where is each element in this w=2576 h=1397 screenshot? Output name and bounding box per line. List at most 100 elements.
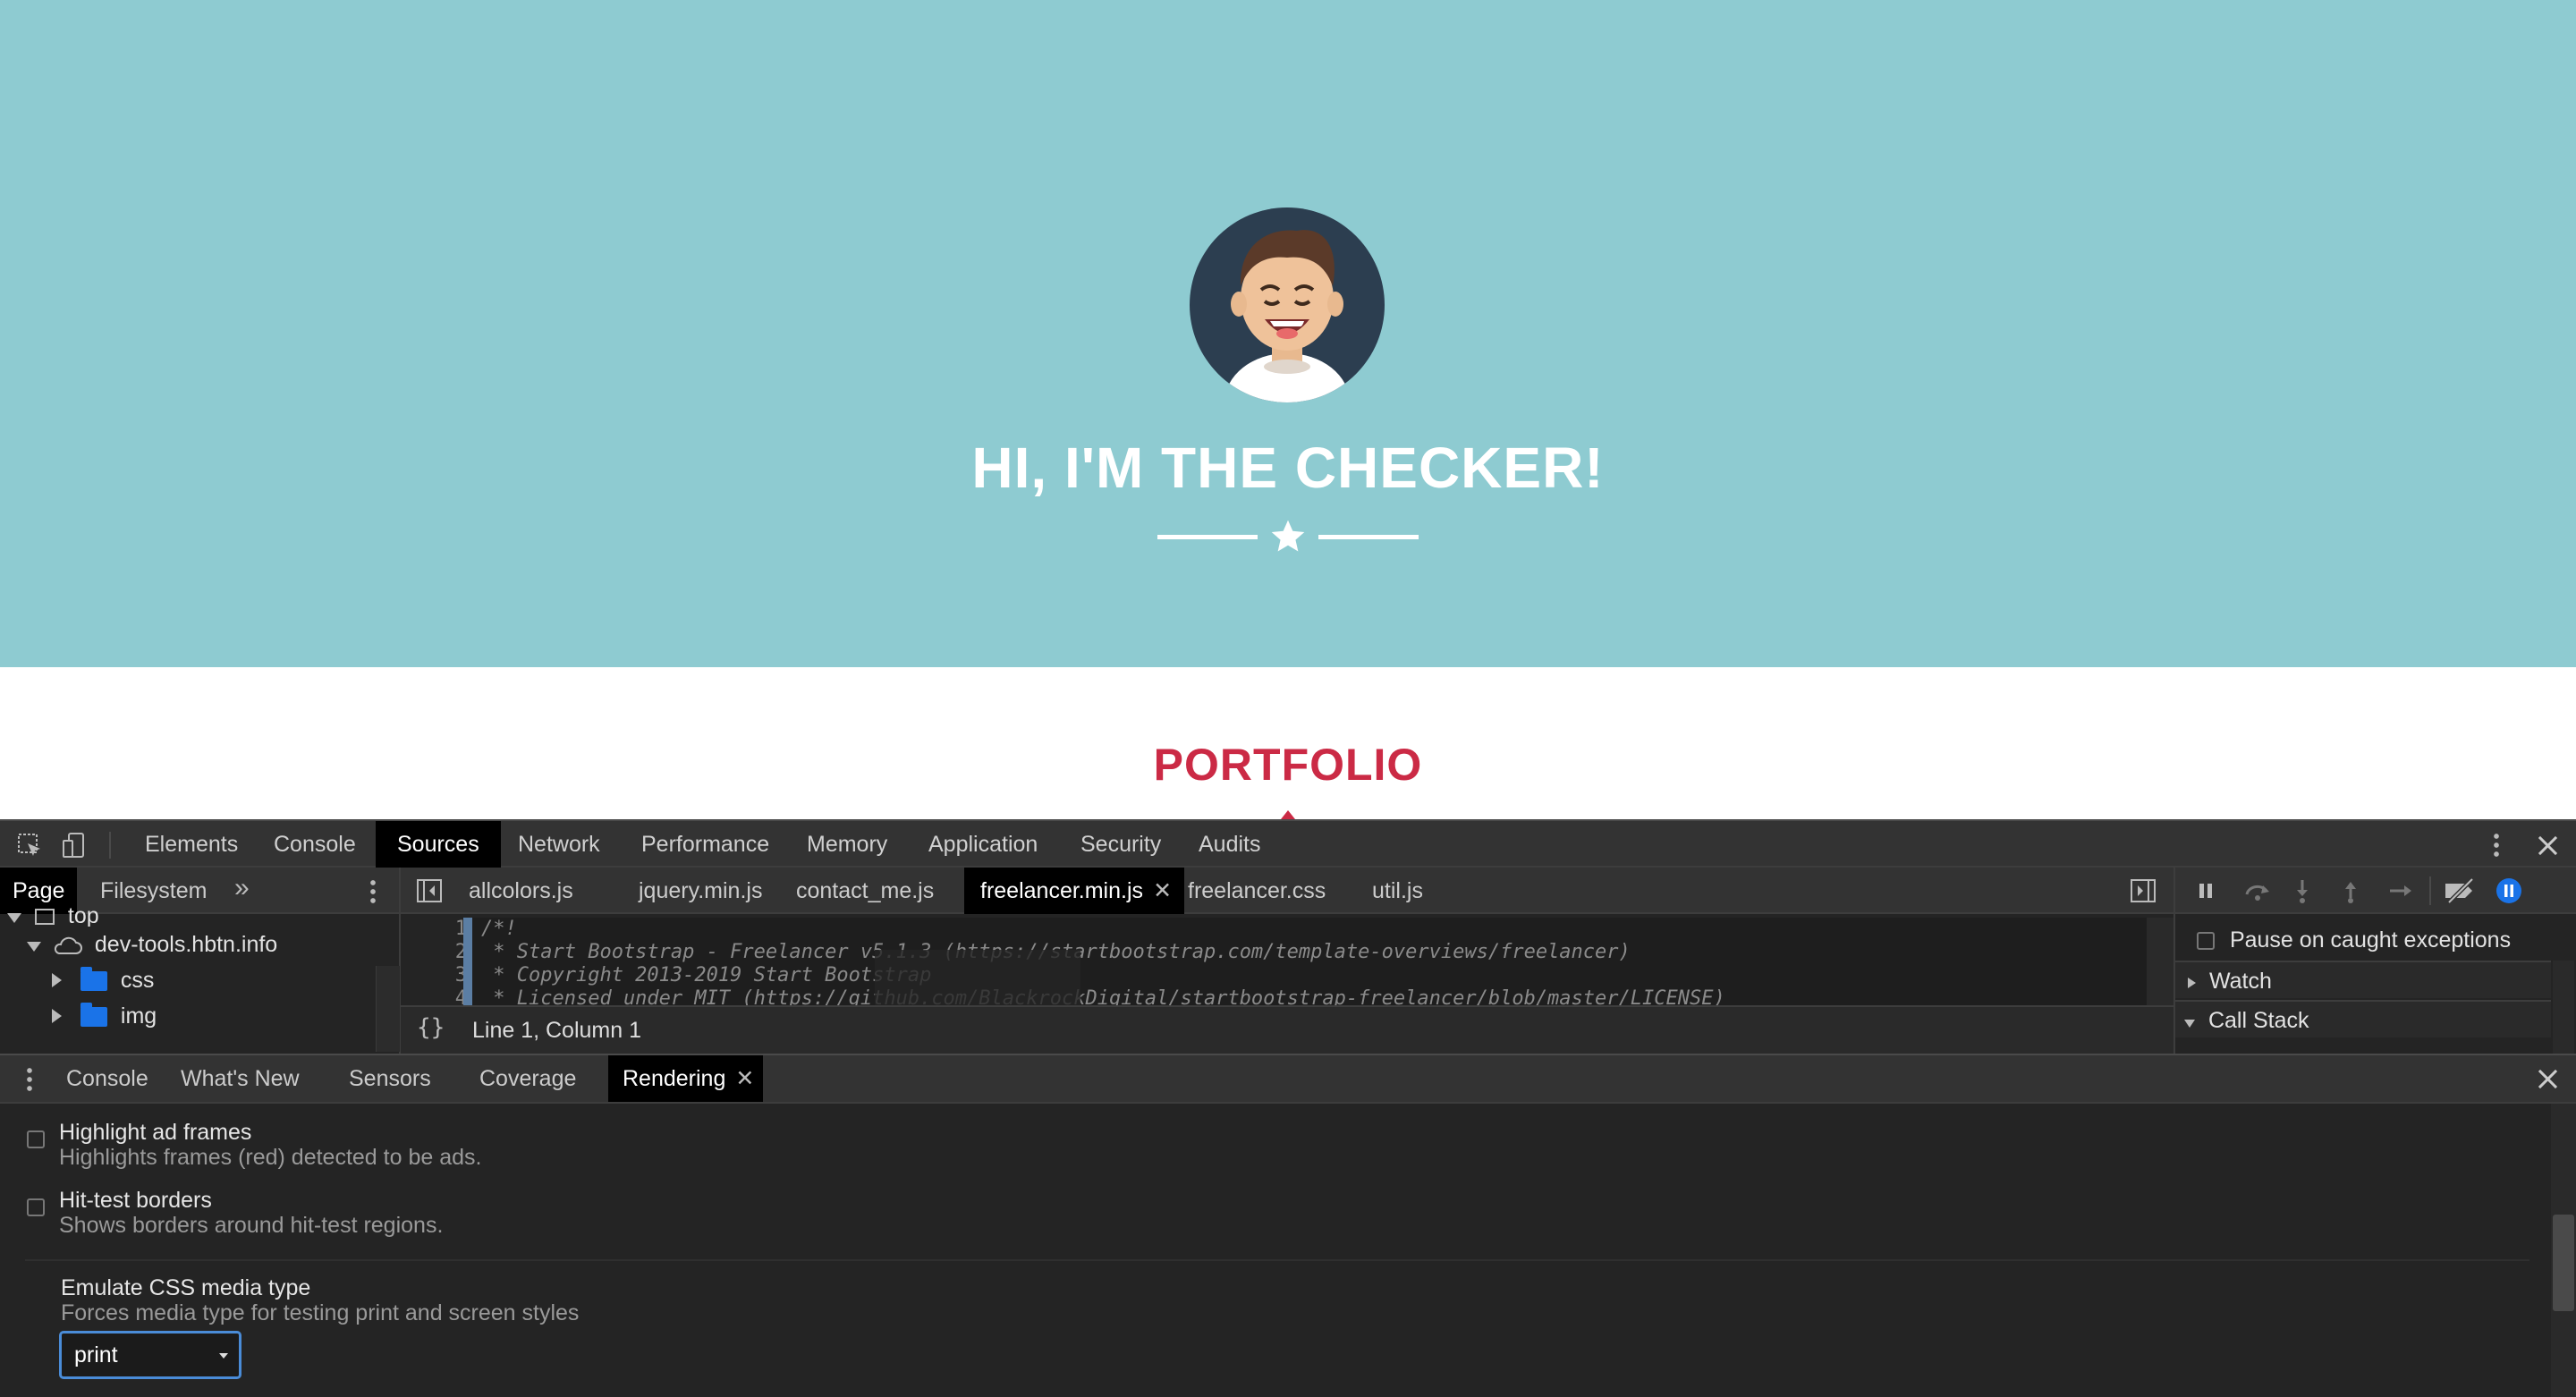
- media-type-select[interactable]: print: [59, 1331, 242, 1379]
- avatar: [1190, 207, 1385, 402]
- tree-label-top: top: [67, 905, 99, 927]
- watch-section-header[interactable]: Watch: [2175, 961, 2551, 998]
- toolbar-divider: [109, 832, 111, 859]
- step-over-icon[interactable]: [2243, 880, 2272, 902]
- code-line: * Licensed under MIT (https://github.com…: [481, 987, 1725, 1005]
- tree-item-css[interactable]: css: [52, 962, 154, 998]
- drawer-tab-rendering[interactable]: Rendering ✕: [608, 1055, 764, 1102]
- folder-icon: [80, 1003, 107, 1028]
- drawer-tab-label: Rendering: [623, 1066, 726, 1091]
- drawer-tab-sensors[interactable]: Sensors: [335, 1055, 445, 1102]
- pause-caught-checkbox[interactable]: [2197, 932, 2215, 951]
- expand-arrow-icon: [2184, 1020, 2195, 1028]
- drawer-scrollbar-thumb[interactable]: [2553, 1215, 2574, 1311]
- collapse-arrow-icon: [2188, 978, 2196, 988]
- devtools-panel: Elements Console Sources Network Perform…: [0, 819, 2576, 1397]
- navigator-tab-filesystem[interactable]: Filesystem: [88, 868, 219, 914]
- step-out-icon[interactable]: [2342, 878, 2360, 903]
- pause-icon[interactable]: [2197, 882, 2215, 900]
- avatar-face-icon: [1224, 230, 1350, 402]
- editor-tab-freelancer-css[interactable]: freelancer.css: [1172, 868, 1342, 914]
- pause-on-exceptions-icon[interactable]: [2496, 877, 2522, 904]
- editor-tab-freelancer-min[interactable]: freelancer.min.js ✕: [964, 868, 1185, 914]
- option-title: Hit-test borders: [59, 1188, 212, 1213]
- devtools-menu-icon[interactable]: [2494, 832, 2499, 859]
- device-toolbar-icon[interactable]: [61, 832, 88, 859]
- tree-label-css: css: [120, 968, 155, 993]
- option-description: Shows borders around hit-test regions.: [59, 1213, 444, 1238]
- hit-test-borders-checkbox[interactable]: [27, 1198, 45, 1216]
- folder-icon: [80, 967, 107, 992]
- pause-caught-label: Pause on caught exceptions: [2229, 927, 2512, 952]
- editor-tab-jquery[interactable]: jquery.min.js: [623, 868, 778, 914]
- toggle-navigator-icon[interactable]: [417, 879, 442, 902]
- tab-sources[interactable]: Sources: [376, 821, 501, 868]
- editor-tab-util[interactable]: util.js: [1356, 868, 1439, 914]
- tab-performance[interactable]: Performance: [620, 821, 791, 868]
- close-tab-icon[interactable]: ✕: [1153, 868, 1172, 914]
- navigator-scrollbar[interactable]: [376, 966, 400, 1052]
- step-into-icon[interactable]: [2293, 878, 2311, 903]
- code-line: * Copyright 2013-2019 Start Bootstrap: [481, 964, 932, 986]
- hover-overlay: [875, 950, 1080, 1005]
- editor-tab-allcolors[interactable]: allcolors.js: [453, 868, 589, 914]
- tab-memory[interactable]: Memory: [785, 821, 909, 868]
- divider-line-right: [1318, 535, 1419, 539]
- section-divider: [25, 1259, 2529, 1261]
- debugger-scrollbar[interactable]: [2553, 961, 2574, 1054]
- step-icon[interactable]: [2388, 882, 2415, 900]
- tab-console[interactable]: Console: [252, 821, 377, 868]
- drawer-toolbar: Console What's New Sensors Coverage Rend…: [0, 1054, 2576, 1104]
- code-line: /*!: [481, 918, 517, 940]
- code-view[interactable]: 1 2 3 4 /*! * Start Bootstrap - Freelanc…: [401, 918, 2147, 1005]
- toggle-debugger-icon[interactable]: [2131, 879, 2156, 902]
- pretty-print-icon[interactable]: {}: [417, 1014, 445, 1041]
- collapse-arrow-icon: [52, 973, 62, 987]
- portfolio-title: PORTFOLIO: [1153, 740, 1423, 790]
- divider-line-left: [1157, 535, 1258, 539]
- hero-title: HI, I'M THE CHECKER!: [971, 436, 1605, 500]
- tree-item-top[interactable]: top: [7, 905, 99, 927]
- inspect-element-icon[interactable]: [16, 832, 43, 859]
- close-tab-icon[interactable]: ✕: [735, 1055, 754, 1102]
- execution-marker: [463, 918, 472, 1005]
- collapse-arrow-icon: [52, 1009, 62, 1023]
- tab-security[interactable]: Security: [1059, 821, 1182, 868]
- tab-audits[interactable]: Audits: [1177, 821, 1282, 868]
- highlight-ad-frames-checkbox[interactable]: [27, 1130, 45, 1148]
- more-tabs-icon[interactable]: »: [234, 873, 250, 903]
- media-type-value: print: [74, 1342, 118, 1367]
- drawer-menu-icon[interactable]: [27, 1066, 32, 1093]
- editor-tab-label: freelancer.min.js: [980, 878, 1144, 903]
- editor-tabs: allcolors.js jquery.min.js contact_me.js…: [401, 868, 2174, 914]
- tab-application[interactable]: Application: [907, 821, 1059, 868]
- drawer-tab-coverage[interactable]: Coverage: [465, 1055, 590, 1102]
- watch-label: Watch: [2208, 969, 2272, 994]
- expand-arrow-icon: [7, 913, 21, 923]
- tree-item-domain[interactable]: dev-tools.hbtn.info: [27, 927, 277, 962]
- source-editor: allcolors.js jquery.min.js contact_me.js…: [401, 868, 2174, 1054]
- option-description: Forces media type for testing print and …: [61, 1300, 580, 1325]
- cloud-icon: [54, 937, 82, 955]
- star-icon: [1271, 520, 1305, 552]
- drawer-tab-whats-new[interactable]: What's New: [166, 1055, 314, 1102]
- editor-scrollbar[interactable]: [2147, 918, 2174, 1005]
- editor-tab-contact-me[interactable]: contact_me.js: [780, 868, 950, 914]
- tab-elements[interactable]: Elements: [123, 821, 259, 868]
- devtools-main-toolbar: Elements Console Sources Network Perform…: [0, 819, 2576, 868]
- deactivate-breakpoints-icon[interactable]: [2444, 878, 2478, 903]
- close-devtools-icon[interactable]: [2538, 835, 2557, 855]
- navigator-menu-icon[interactable]: [370, 878, 376, 905]
- tab-network[interactable]: Network: [496, 821, 622, 868]
- call-stack-section-header[interactable]: Call Stack: [2175, 1000, 2551, 1037]
- close-drawer-icon[interactable]: [2538, 1069, 2557, 1088]
- sources-navigator: Page Filesystem » top dev-tools.hbtn.inf…: [0, 868, 401, 1054]
- option-title: Highlight ad frames: [59, 1120, 252, 1145]
- tree-item-img[interactable]: img: [52, 998, 157, 1034]
- call-stack-label: Call Stack: [2207, 1008, 2309, 1033]
- drawer-tab-console[interactable]: Console: [52, 1055, 163, 1102]
- line-number: 3: [454, 964, 467, 986]
- pause-caught-exceptions-option[interactable]: Pause on caught exceptions: [2175, 921, 2551, 959]
- tree-label-img: img: [120, 1003, 157, 1029]
- toolbar-divider: [2429, 876, 2431, 905]
